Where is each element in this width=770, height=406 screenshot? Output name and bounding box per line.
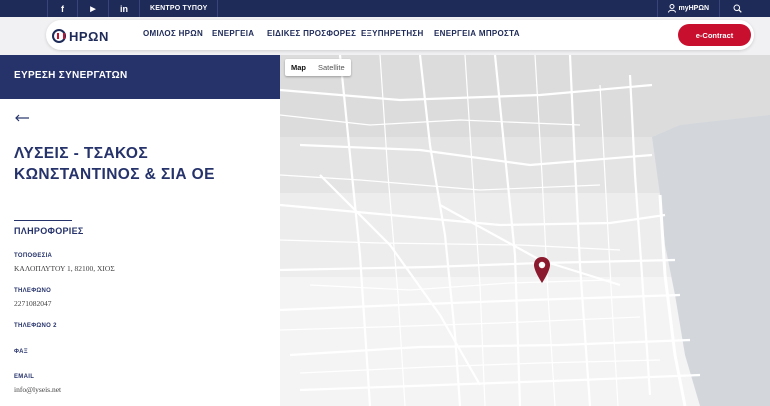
heron-logo[interactable]: ΗΡΩΝ: [52, 25, 109, 47]
nav-item-support[interactable]: ΕΞΥΠΗΡΕΤΗΣΗ: [361, 29, 424, 38]
partner-title: ΛΥΣΕΙΣ - ΤΣΑΚΟΣ ΚΩΝΣΤΑΝΤΙΝΟΣ & ΣΙΑ ΟΕ: [14, 145, 215, 183]
linkedin-icon[interactable]: in: [109, 0, 140, 17]
nav-item-special-offers[interactable]: ΕΙΔΙΚΕΣ ΠΡΟΣΦΟΡΕΣ: [267, 29, 356, 38]
nav-item-group[interactable]: ΟΜΙΛΟΣ ΗΡΩΝ: [143, 29, 203, 38]
info-divider: [14, 220, 72, 221]
map-roads: [280, 55, 770, 406]
user-icon: [668, 4, 677, 13]
heron-logo-mark: [52, 29, 66, 43]
e-contract-button[interactable]: e-Contract: [678, 24, 751, 46]
fax-label: ΦΑΞ: [14, 349, 28, 355]
location-pin-icon[interactable]: [533, 256, 551, 284]
logo-text: ΗΡΩΝ: [69, 28, 109, 44]
facebook-icon[interactable]: f: [47, 0, 78, 17]
map-tab-satellite[interactable]: Satellite: [312, 59, 351, 76]
map-type-control: Map Satellite: [285, 59, 351, 76]
back-arrow-icon[interactable]: [14, 113, 30, 123]
phone-value[interactable]: 2271082047: [14, 299, 52, 308]
my-account-label: myΗΡΩΝ: [678, 5, 709, 12]
phone2-label: ΤΗΛΕΦΩΝΟ 2: [14, 323, 57, 329]
map-tab-map[interactable]: Map: [285, 59, 312, 76]
nav-item-energy-forward[interactable]: ΕΝΕΡΓΕΙΑ ΜΠΡΟΣΤΑ: [434, 29, 520, 38]
info-heading: ΠΛΗΡΟΦΟΡΙΕΣ: [14, 226, 84, 236]
search-button[interactable]: [720, 0, 754, 17]
panel-header: ΕΥΡΕΣΗ ΣΥΝΕΡΓΑΤΩΝ: [0, 55, 280, 99]
top-bar: f ▶ in ΚΕΝΤΡΟ ΤΥΠΟΥ myΗΡΩΝ: [0, 0, 770, 17]
location-value: ΚΑΛΟΠΛΥΤΟΥ 1, 82100, ΧΙΟΣ: [14, 264, 115, 273]
location-label: ΤΟΠΟΘΕΣΙΑ: [14, 253, 53, 259]
social-links: f ▶ in: [47, 0, 140, 17]
email-label: EMAIL: [14, 374, 35, 380]
top-bar-right: myΗΡΩΝ: [657, 0, 770, 17]
search-icon: [733, 4, 742, 13]
youtube-icon[interactable]: ▶: [78, 0, 109, 17]
panel-heading: ΕΥΡΕΣΗ ΣΥΝΕΡΓΑΤΩΝ: [14, 70, 128, 81]
phone-label: ΤΗΛΕΦΩΝΟ: [14, 288, 52, 294]
email-value[interactable]: info@lyseis.net: [14, 385, 61, 394]
my-account-link[interactable]: myΗΡΩΝ: [657, 0, 720, 17]
map-view[interactable]: [280, 55, 770, 406]
press-center-link[interactable]: ΚΕΝΤΡΟ ΤΥΠΟΥ: [140, 0, 219, 17]
nav-item-energy[interactable]: ΕΝΕΡΓΕΙΑ: [212, 29, 254, 38]
